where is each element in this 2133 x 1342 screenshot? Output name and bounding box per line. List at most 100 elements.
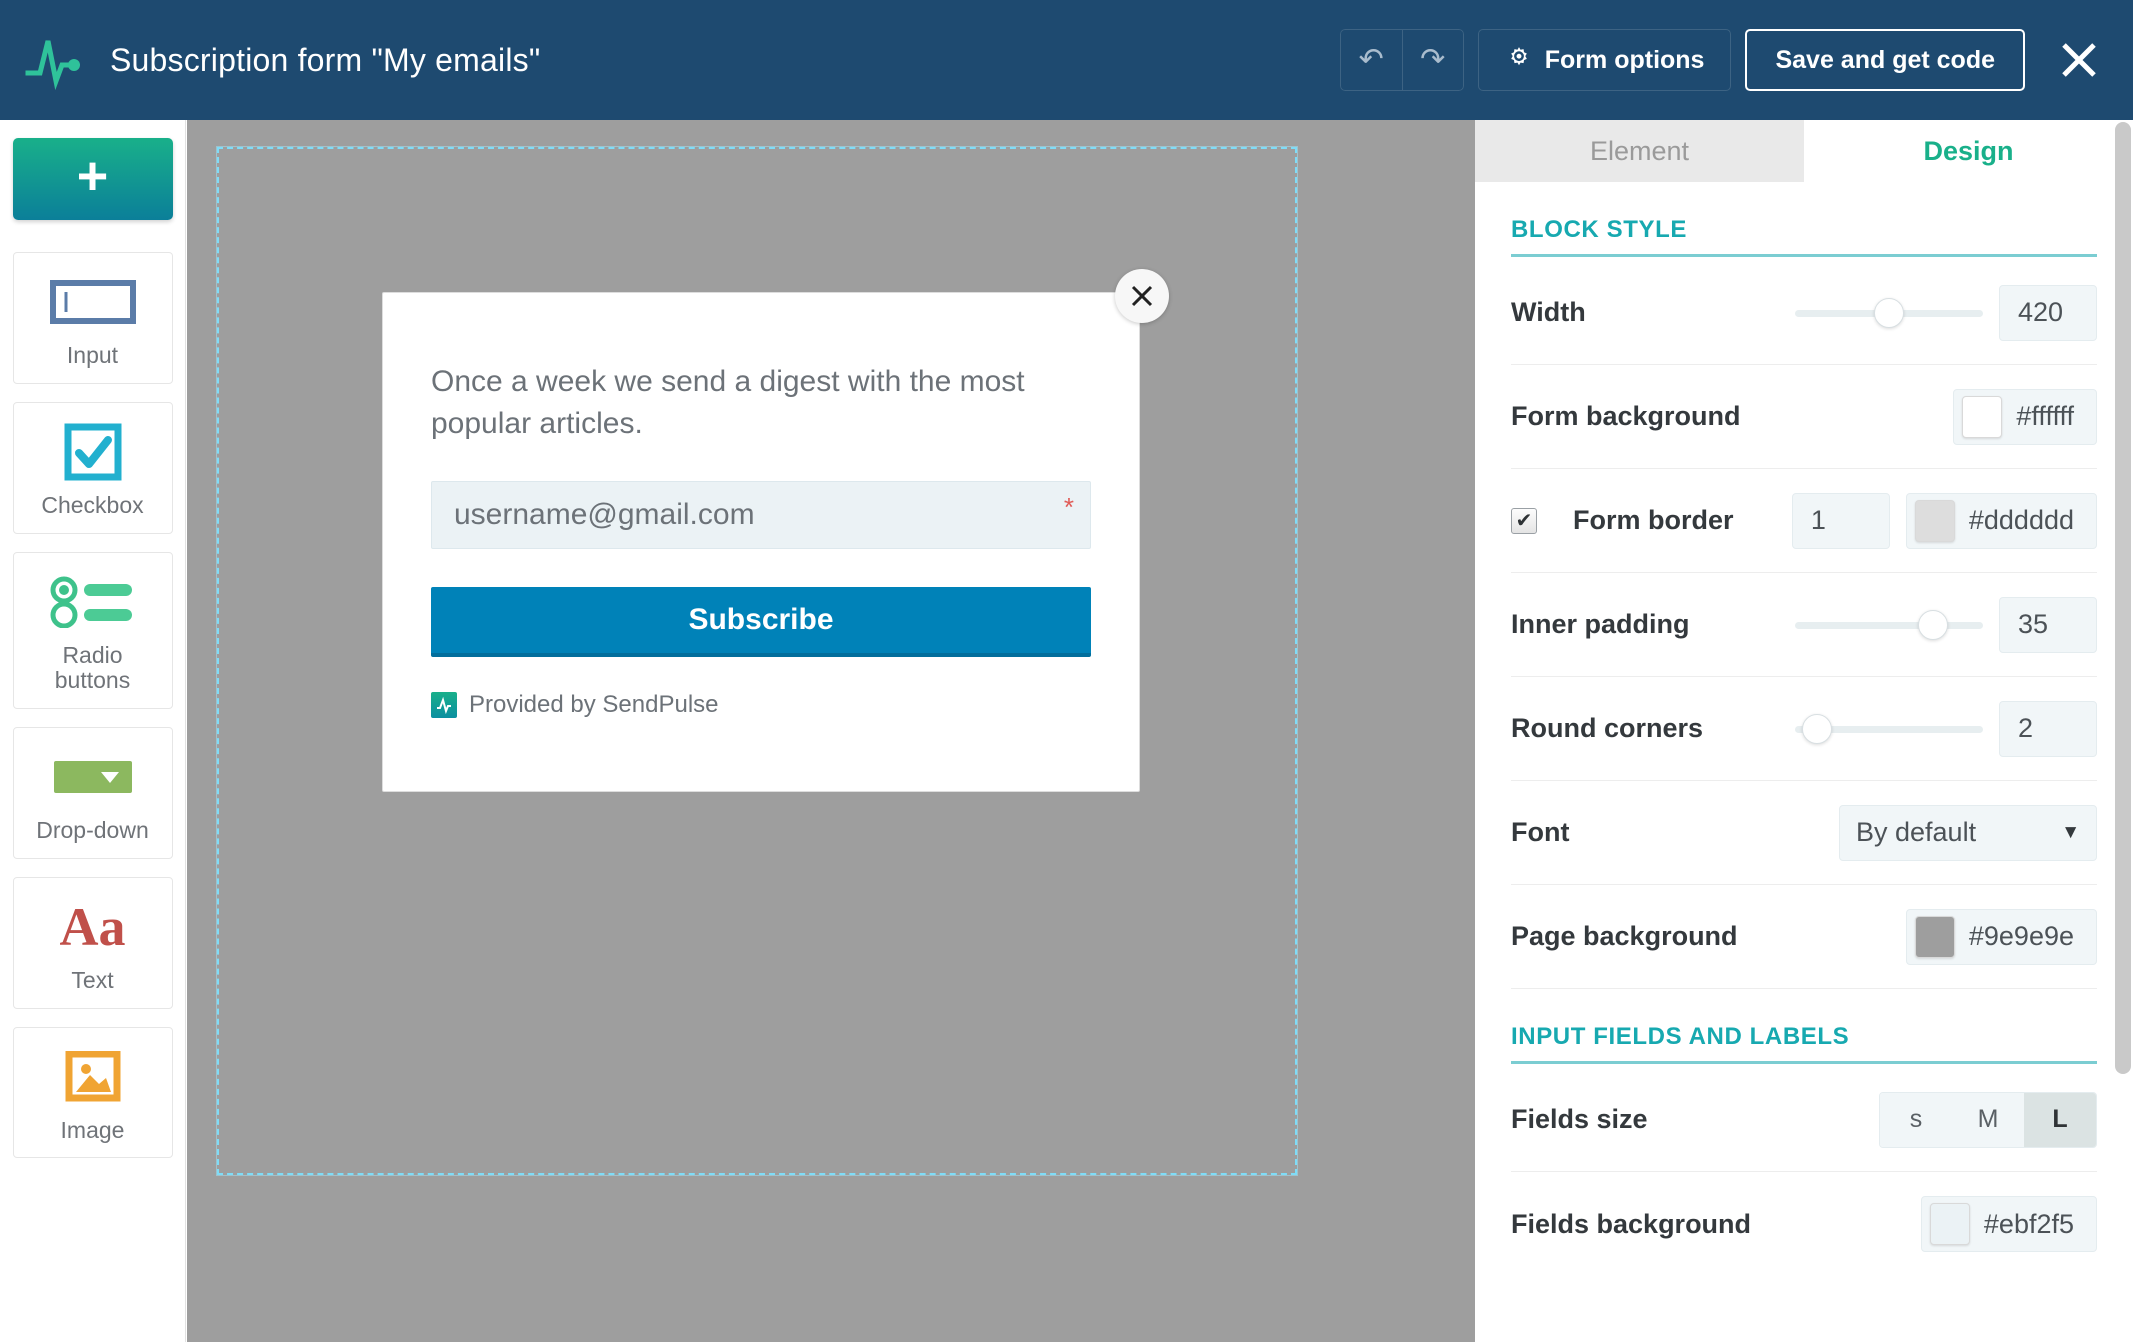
add-element-button[interactable]: + [12, 138, 173, 220]
fields-size-option-l[interactable]: L [2024, 1092, 2096, 1147]
form-border-color-control[interactable]: #dddddd [1905, 492, 2097, 549]
header-actions: ↶ ↷ Form options Save and get code [1339, 29, 2133, 91]
section-title-input-fields: INPUT FIELDS AND LABELS [1511, 1023, 1850, 1050]
row-label: Page background [1511, 921, 1738, 951]
row-page-background: Page background #9e9e9e [1511, 885, 2097, 989]
text-aa-icon: Aa [59, 896, 126, 957]
width-value-input[interactable]: 420 [1999, 284, 2097, 341]
panel-tabs: Element Design [1475, 120, 2133, 182]
save-and-get-code-button[interactable]: Save and get code [1745, 29, 2025, 91]
palette-item-label: Radio buttons [54, 641, 131, 694]
dropdown-icon [53, 746, 132, 808]
row-inner-padding: Inner padding 35 [1511, 573, 2097, 677]
close-editor-button[interactable] [2051, 32, 2107, 88]
undo-arrow-icon: ↶ [1358, 43, 1384, 76]
inner-padding-slider[interactable] [1795, 609, 1983, 640]
plus-icon: + [76, 146, 109, 206]
slider-thumb[interactable] [1802, 713, 1832, 744]
sendpulse-pulse-logo-icon [22, 29, 84, 91]
row-width: Width 420 [1511, 261, 2097, 365]
inner-padding-value-input[interactable]: 35 [1999, 596, 2097, 653]
provided-by-footer: Provided by SendPulse [431, 691, 1091, 719]
email-input-field[interactable]: username@gmail.com * [431, 481, 1091, 549]
fields-size-option-s[interactable]: s [1880, 1092, 1952, 1147]
row-label: Fields size [1511, 1104, 1648, 1134]
slider-thumb[interactable] [1918, 609, 1948, 640]
color-swatch[interactable] [1929, 1203, 1970, 1245]
required-asterisk: * [1063, 492, 1074, 522]
row-label: Fields background [1511, 1208, 1752, 1239]
page-background-color-control[interactable]: #9e9e9e [1905, 908, 2097, 965]
row-label: Inner padding [1511, 609, 1690, 639]
color-swatch[interactable] [1914, 499, 1955, 542]
provided-by-text: Provided by SendPulse [469, 691, 719, 718]
element-palette-sidebar: + Input Checkbox Radio buttons Drop-down… [0, 120, 186, 1342]
palette-item-radio-buttons[interactable]: Radio buttons [12, 551, 173, 709]
font-select-value: By default [1856, 817, 1977, 847]
section-title-block-style: BLOCK STYLE [1511, 216, 1687, 243]
chevron-down-icon: ▼ [2061, 821, 2080, 843]
row-form-border: ✔ Form border 1 #dddddd [1511, 469, 2097, 573]
palette-item-label: Image [60, 1116, 125, 1143]
palette-item-label: Drop-down [36, 817, 149, 843]
palette-item-checkbox[interactable]: Checkbox [12, 401, 173, 534]
page-title: Subscription form "My emails" [110, 41, 541, 78]
palette-item-input[interactable]: Input [12, 252, 173, 384]
form-options-label: Form options [1544, 45, 1705, 74]
form-options-button[interactable]: Form options [1477, 29, 1732, 91]
row-font: Font By default ▼ [1511, 781, 2097, 885]
form-border-checkbox[interactable]: ✔ [1511, 507, 1537, 534]
panel-scrollbar[interactable] [2113, 120, 2133, 1342]
width-slider[interactable] [1795, 297, 1983, 328]
form-preview-canvas[interactable]: Once a week we send a digest with the mo… [187, 120, 1475, 1342]
close-x-icon [2062, 43, 2096, 77]
sendpulse-logo-icon [431, 692, 457, 718]
undo-redo-group: ↶ ↷ [1339, 29, 1464, 91]
color-hex-value: #dddddd [1968, 505, 2074, 535]
round-corners-slider[interactable] [1795, 713, 1983, 744]
form-close-button[interactable] [1115, 269, 1169, 323]
row-form-background: Form background #ffffff [1511, 365, 2097, 469]
form-border-width-input[interactable]: 1 [1791, 492, 1890, 549]
subscription-form-card[interactable]: Once a week we send a digest with the mo… [382, 269, 1169, 792]
palette-item-image[interactable]: Image [12, 1026, 173, 1159]
row-label: Form background [1511, 401, 1741, 431]
color-swatch[interactable] [1962, 395, 2003, 438]
color-hex-value: #ebf2f5 [1983, 1208, 2074, 1239]
row-label: Round corners [1511, 713, 1704, 743]
radio-buttons-icon [50, 571, 136, 633]
fields-background-color-control[interactable]: #ebf2f5 [1920, 1196, 2097, 1252]
form-description-text: Once a week we send a digest with the mo… [431, 365, 1025, 440]
panel-scrollbar-thumb[interactable] [2115, 122, 2131, 1074]
row-label: Width [1511, 297, 1586, 327]
palette-item-drop-down[interactable]: Drop-down [12, 727, 173, 859]
fields-size-segmented-control: s M L [1879, 1091, 2097, 1148]
image-icon [65, 1046, 121, 1108]
email-placeholder-text: username@gmail.com [454, 498, 755, 531]
form-background-color-control[interactable]: #ffffff [1953, 388, 2097, 445]
color-hex-value: #9e9e9e [1968, 921, 2074, 951]
redo-button[interactable]: ↷ [1401, 29, 1464, 91]
panel-body: BLOCK STYLE Width 420 Form background #f… [1475, 182, 2133, 1276]
color-swatch[interactable] [1914, 915, 1955, 958]
row-fields-background: Fields background #ebf2f5 [1511, 1172, 2097, 1276]
font-select[interactable]: By default ▼ [1839, 804, 2097, 861]
palette-item-text[interactable]: Aa Text [12, 876, 173, 1009]
redo-arrow-icon: ↷ [1420, 43, 1446, 76]
fields-size-option-m[interactable]: M [1952, 1092, 2024, 1147]
slider-track [1795, 621, 1983, 629]
round-corners-value-input[interactable]: 2 [1999, 700, 2097, 757]
undo-button[interactable]: ↶ [1339, 29, 1402, 91]
subscribe-button[interactable]: Subscribe [431, 587, 1091, 657]
design-settings-panel: Element Design BLOCK STYLE Width 420 For… [1475, 120, 2133, 1342]
palette-item-label: Input [66, 342, 119, 368]
palette-item-label: Text [71, 966, 114, 993]
tab-design[interactable]: Design [1804, 120, 2133, 182]
row-round-corners: Round corners 2 [1511, 677, 2097, 781]
app-header: Subscription form "My emails" ↶ ↷ Form o… [0, 0, 2133, 120]
slider-thumb[interactable] [1874, 297, 1904, 328]
row-label: Form border [1573, 505, 1734, 535]
gear-icon [1505, 43, 1533, 78]
tab-element[interactable]: Element [1475, 120, 1804, 182]
color-hex-value: #ffffff [2016, 401, 2074, 431]
